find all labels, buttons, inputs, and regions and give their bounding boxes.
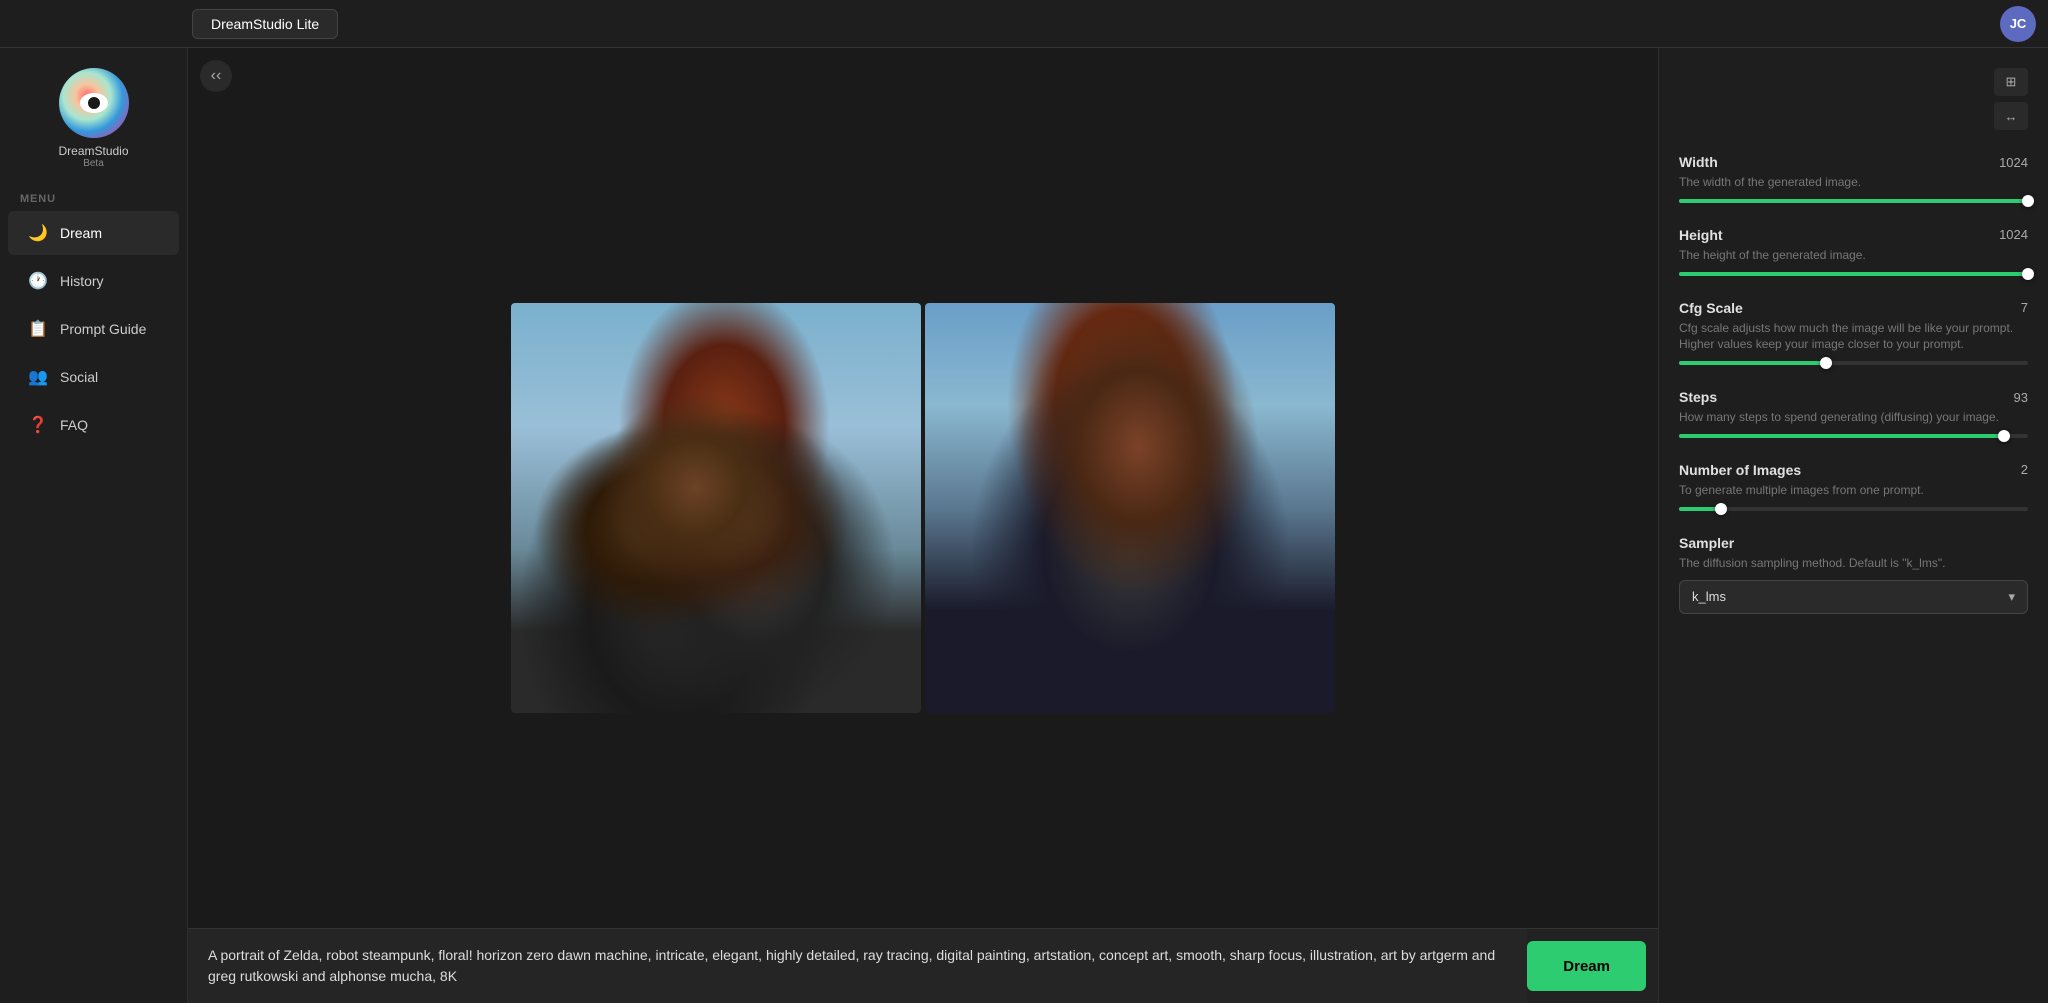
- height-slider-fill: [1679, 272, 2028, 276]
- chevron-down-icon: ▾: [2008, 589, 2015, 605]
- content-area: ‹‹ A portrait of Zelda, robot steampunk,…: [188, 48, 1658, 1003]
- height-desc: The height of the generated image.: [1679, 247, 2028, 264]
- width-label: Width: [1679, 154, 1718, 170]
- height-slider-thumb: [2022, 268, 2034, 280]
- sidebar-item-faq[interactable]: ❓ FAQ: [8, 403, 179, 447]
- sampler-setting: Sampler The diffusion sampling method. D…: [1679, 535, 2028, 614]
- sidebar-item-prompt-guide-label: Prompt Guide: [60, 321, 146, 337]
- sampler-select[interactable]: k_lms ▾: [1679, 580, 2028, 614]
- cfg-scale-slider[interactable]: [1679, 361, 2028, 365]
- steps-desc: How many steps to spend generating (diff…: [1679, 409, 2028, 426]
- main-layout: DreamStudio Beta MENU 🌙 Dream 🕐 History …: [0, 48, 2048, 1003]
- grid-view-button[interactable]: ⊞: [1994, 68, 2028, 96]
- sidebar-item-social[interactable]: 👥 Social: [8, 355, 179, 399]
- active-tab[interactable]: DreamStudio Lite: [192, 9, 338, 39]
- sampler-label: Sampler: [1679, 535, 1734, 551]
- width-slider-thumb: [2022, 195, 2034, 207]
- logo-icon: [59, 68, 129, 138]
- sidebar: DreamStudio Beta MENU 🌙 Dream 🕐 History …: [0, 48, 188, 1003]
- prompt-guide-icon: 📋: [28, 319, 48, 339]
- image-content-left: [511, 303, 921, 713]
- generated-image-right[interactable]: [925, 303, 1335, 713]
- sidebar-logo: DreamStudio Beta: [0, 48, 187, 185]
- resize-icon: ↔: [2005, 109, 2018, 124]
- height-label: Height: [1679, 227, 1723, 243]
- images-grid: [188, 48, 1658, 928]
- top-bar: DreamStudio Lite JC: [0, 0, 2048, 48]
- resize-button[interactable]: ↔: [1994, 102, 2028, 130]
- prompt-input[interactable]: A portrait of Zelda, robot steampunk, fl…: [188, 929, 1527, 1003]
- num-images-slider-thumb: [1715, 503, 1727, 515]
- cfg-scale-label: Cfg Scale: [1679, 300, 1743, 316]
- dream-button[interactable]: Dream: [1527, 941, 1646, 991]
- sidebar-menu-label: MENU: [0, 185, 187, 209]
- sidebar-item-prompt-guide[interactable]: 📋 Prompt Guide: [8, 307, 179, 351]
- num-images-label: Number of Images: [1679, 462, 1801, 478]
- grid-icon: ⊞: [2006, 74, 2017, 90]
- height-setting: Height 1024 The height of the generated …: [1679, 227, 2028, 280]
- sidebar-item-faq-label: FAQ: [60, 417, 88, 433]
- height-value: 1024: [1999, 227, 2028, 242]
- width-setting: Width 1024 The width of the generated im…: [1679, 154, 2028, 207]
- prompt-bar: A portrait of Zelda, robot steampunk, fl…: [188, 928, 1658, 1003]
- cfg-scale-header: Cfg Scale 7: [1679, 300, 2028, 316]
- cfg-scale-slider-thumb: [1820, 357, 1832, 369]
- cfg-scale-slider-fill: [1679, 361, 1826, 365]
- width-slider[interactable]: [1679, 199, 2028, 203]
- image-content-right: [925, 303, 1335, 713]
- sidebar-item-history[interactable]: 🕐 History: [8, 259, 179, 303]
- steps-slider-fill: [1679, 434, 2004, 438]
- generated-image-left[interactable]: [511, 303, 921, 713]
- sampler-desc: The diffusion sampling method. Default i…: [1679, 555, 2028, 572]
- sidebar-item-dream-label: Dream: [60, 225, 102, 241]
- steps-slider-thumb: [1998, 430, 2010, 442]
- user-avatar[interactable]: JC: [2000, 6, 2036, 42]
- history-icon: 🕐: [28, 271, 48, 291]
- sampler-header: Sampler: [1679, 535, 2028, 551]
- sampler-selected-value: k_lms: [1692, 589, 1726, 604]
- cfg-scale-value: 7: [2021, 300, 2028, 315]
- faq-icon: ❓: [28, 415, 48, 435]
- num-images-desc: To generate multiple images from one pro…: [1679, 482, 2028, 499]
- height-header: Height 1024: [1679, 227, 2028, 243]
- sidebar-item-dream[interactable]: 🌙 Dream: [8, 211, 179, 255]
- num-images-setting: Number of Images 2 To generate multiple …: [1679, 462, 2028, 515]
- chevron-left-icon: ‹‹: [211, 67, 222, 85]
- steps-setting: Steps 93 How many steps to spend generat…: [1679, 389, 2028, 442]
- width-value: 1024: [1999, 155, 2028, 170]
- panel-top-icons: ⊞ ↔: [1679, 68, 2028, 130]
- steps-header: Steps 93: [1679, 389, 2028, 405]
- steps-value: 93: [2014, 390, 2028, 405]
- logo-beta: Beta: [83, 158, 104, 169]
- logo-eye: [80, 93, 108, 113]
- dream-icon: 🌙: [28, 223, 48, 243]
- sidebar-item-history-label: History: [60, 273, 104, 289]
- right-panel: ⊞ ↔ Width 1024 The width of the generate…: [1658, 48, 2048, 1003]
- width-header: Width 1024: [1679, 154, 2028, 170]
- sidebar-item-social-label: Social: [60, 369, 98, 385]
- num-images-slider[interactable]: [1679, 507, 2028, 511]
- steps-label: Steps: [1679, 389, 1717, 405]
- cfg-scale-desc: Cfg scale adjusts how much the image wil…: [1679, 320, 2028, 354]
- width-desc: The width of the generated image.: [1679, 174, 2028, 191]
- num-images-header: Number of Images 2: [1679, 462, 2028, 478]
- back-button[interactable]: ‹‹: [200, 60, 232, 92]
- cfg-scale-setting: Cfg Scale 7 Cfg scale adjusts how much t…: [1679, 300, 2028, 370]
- social-icon: 👥: [28, 367, 48, 387]
- height-slider[interactable]: [1679, 272, 2028, 276]
- steps-slider[interactable]: [1679, 434, 2028, 438]
- width-slider-fill: [1679, 199, 2028, 203]
- logo-pupil: [88, 97, 100, 109]
- logo-text: DreamStudio: [58, 144, 128, 158]
- num-images-value: 2: [2021, 462, 2028, 477]
